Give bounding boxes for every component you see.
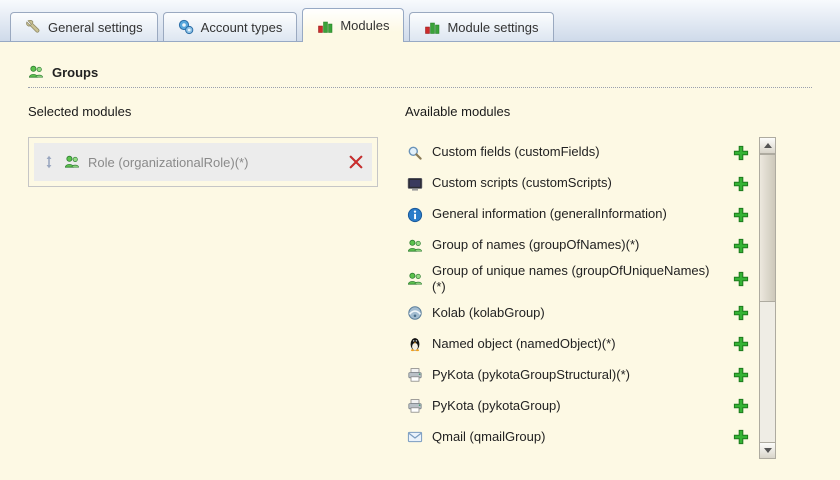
list-item: General information (generalInformation) [405, 199, 759, 230]
list-item: Group of unique names (groupOfUniqueName… [405, 261, 759, 298]
tux-icon [407, 336, 423, 352]
list-item: Named object (namedObject)(*) [405, 329, 759, 360]
list-item: Kolab (kolabGroup) [405, 298, 759, 329]
add-plus-icon[interactable] [733, 336, 749, 352]
add-plus-icon[interactable] [733, 145, 749, 161]
kolab-icon [407, 305, 423, 321]
tab-label: Modules [340, 18, 390, 33]
available-module-label: PyKota (pykotaGroupStructural)(*) [432, 366, 630, 382]
add-plus-icon[interactable] [733, 429, 749, 445]
selected-module-label: Role (organizationalRole)(*) [88, 154, 249, 170]
tab-label: Account types [200, 19, 283, 35]
list-item: Custom fields (customFields) [405, 137, 759, 168]
available-module-label: Named object (namedObject)(*) [432, 335, 616, 351]
list-item: Custom scripts (customScripts) [405, 168, 759, 199]
list-item: PyKota (pykotaGroupStructural)(*) [405, 360, 759, 391]
available-modules-column: Available modules Custom fields (customF… [405, 104, 777, 459]
scroll-down-button[interactable] [760, 442, 775, 458]
available-module-label: Qmail (qmailGroup) [432, 428, 546, 444]
tab-label: Module settings [447, 19, 539, 35]
group-icon [28, 64, 44, 80]
delete-x-icon[interactable] [348, 154, 364, 170]
scroll-up-button[interactable] [760, 138, 775, 154]
info-icon [407, 207, 423, 223]
account-types-icon [178, 19, 194, 35]
mail-icon [407, 429, 423, 445]
selected-modules-box: Role (organizationalRole)(*) [28, 137, 378, 187]
section-header-groups: Groups [28, 64, 812, 88]
section-title: Groups [52, 64, 99, 80]
tab-label: General settings [48, 19, 143, 35]
available-modules-list: Custom fields (customFields) Custom scri… [405, 137, 759, 459]
list-item: PyKota (pykotaGroup) [405, 391, 759, 422]
drag-handle-icon[interactable] [42, 155, 56, 169]
terminal-icon [407, 176, 423, 192]
add-plus-icon[interactable] [733, 398, 749, 414]
modules-icon [317, 18, 333, 34]
available-module-label: Custom fields (customFields) [432, 144, 600, 160]
scrollbar-thumb[interactable] [760, 154, 775, 302]
magnifier-icon [407, 145, 423, 161]
tab-account-types[interactable]: Account types [162, 12, 298, 41]
tab-general-settings[interactable]: General settings [10, 12, 158, 41]
group-icon [64, 154, 80, 170]
modules-panel: Groups Selected modules Role (organizati… [0, 42, 840, 459]
tab-module-settings[interactable]: Module settings [409, 12, 554, 41]
group-icon [407, 238, 423, 254]
add-plus-icon[interactable] [733, 238, 749, 254]
selected-modules-column: Selected modules Role (organizationalRol… [28, 104, 378, 459]
add-plus-icon[interactable] [733, 207, 749, 223]
add-plus-icon[interactable] [733, 305, 749, 321]
available-module-label: PyKota (pykotaGroup) [432, 397, 561, 413]
add-plus-icon[interactable] [733, 367, 749, 383]
tab-bar: General settings Account types Modules M… [0, 0, 840, 42]
available-modules-title: Available modules [405, 104, 511, 119]
available-module-label: Custom scripts (customScripts) [432, 175, 612, 191]
printer-icon [407, 367, 423, 383]
available-module-label: General information (generalInformation) [432, 206, 667, 222]
list-item: Qmail (qmailGroup) [405, 422, 759, 453]
available-module-label: Group of unique names (groupOfUniqueName… [432, 263, 710, 295]
vertical-scrollbar[interactable] [759, 137, 776, 459]
list-item: Group of names (groupOfNames)(*) [405, 230, 759, 261]
selected-module-row: Role (organizationalRole)(*) [34, 143, 372, 181]
available-module-label: Group of names (groupOfNames)(*) [432, 237, 640, 253]
selected-modules-title: Selected modules [28, 104, 132, 119]
group-icon [407, 271, 423, 287]
tab-modules[interactable]: Modules [302, 8, 405, 42]
available-module-label: Kolab (kolabGroup) [432, 304, 545, 320]
printer-icon [407, 398, 423, 414]
module-settings-icon [424, 19, 440, 35]
chevron-down-icon [763, 448, 772, 453]
add-plus-icon[interactable] [733, 176, 749, 192]
add-plus-icon[interactable] [733, 271, 749, 287]
chevron-up-icon [763, 143, 772, 148]
wrench-icon [25, 19, 41, 35]
